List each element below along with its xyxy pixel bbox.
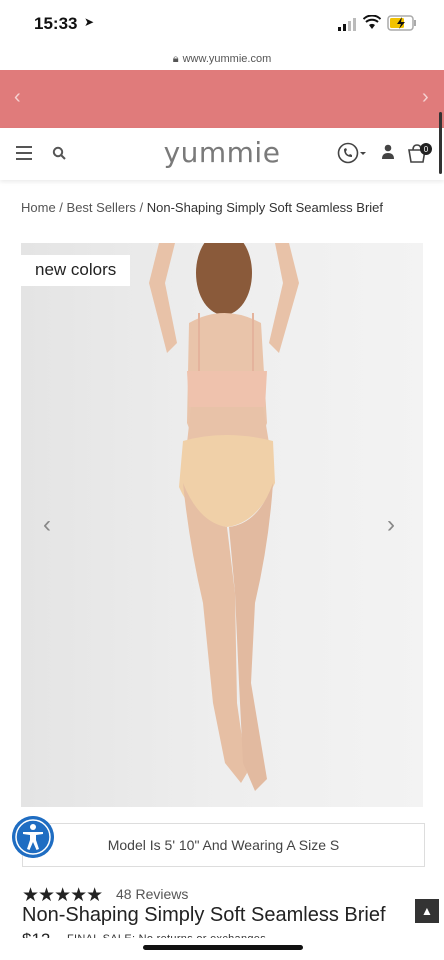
account-icon[interactable] [381, 144, 395, 160]
product-image-carousel[interactable]: new colors ‹ › [21, 243, 423, 807]
address-bar[interactable]: 🔒︎ www.yummie.com [0, 48, 444, 70]
phone-icon[interactable] [337, 142, 367, 164]
cart-bag-icon[interactable]: 0 [407, 142, 433, 164]
reviews-link[interactable]: 48 Reviews [116, 886, 188, 902]
breadcrumb-current: Non-Shaping Simply Soft Seamless Brief [146, 200, 384, 215]
location-arrow-icon: ➤ [84, 15, 95, 29]
promo-next-arrow-icon[interactable]: › [422, 86, 429, 109]
carousel-prev-arrow-icon[interactable]: ‹ [43, 511, 51, 539]
chevron-up-icon: ▲ [421, 904, 433, 918]
new-colors-badge: new colors [21, 255, 131, 286]
promo-banner: ‹ › [0, 70, 444, 128]
url-text: www.yummie.com [182, 53, 272, 65]
back-to-top-button[interactable]: ▲ [415, 899, 439, 923]
status-bar: 15:33 ➤ [0, 0, 444, 48]
battery-charging-icon [387, 15, 416, 31]
wifi-icon [363, 15, 381, 29]
product-title: Non-Shaping Simply Soft Seamless Brief [22, 904, 386, 926]
product-model-photo [149, 243, 299, 791]
cellular-signal-icon [338, 18, 356, 31]
promo-prev-arrow-icon[interactable]: ‹ [14, 86, 21, 109]
clock: 15:33 [34, 14, 78, 33]
lock-icon: 🔒︎ [172, 53, 179, 65]
home-indicator[interactable] [143, 945, 303, 950]
carousel-next-arrow-icon[interactable]: › [387, 511, 395, 539]
accessibility-icon[interactable] [12, 816, 54, 858]
site-header: yummie 0 [0, 128, 444, 180]
breadcrumb: Home / Best Sellers / Non-Shaping Simply… [21, 200, 383, 215]
scrollbar[interactable] [439, 112, 442, 174]
breadcrumb-home[interactable]: Home [21, 200, 56, 215]
yummie-logo[interactable]: yummie [0, 136, 444, 169]
breadcrumb-best-sellers[interactable]: Best Sellers [67, 200, 136, 215]
breadcrumb-separator: / [55, 200, 67, 215]
breadcrumb-separator: / [135, 200, 147, 215]
model-size-note: Model Is 5' 10" And Wearing A Size S [22, 823, 425, 867]
cart-count: 0 [424, 145, 429, 154]
